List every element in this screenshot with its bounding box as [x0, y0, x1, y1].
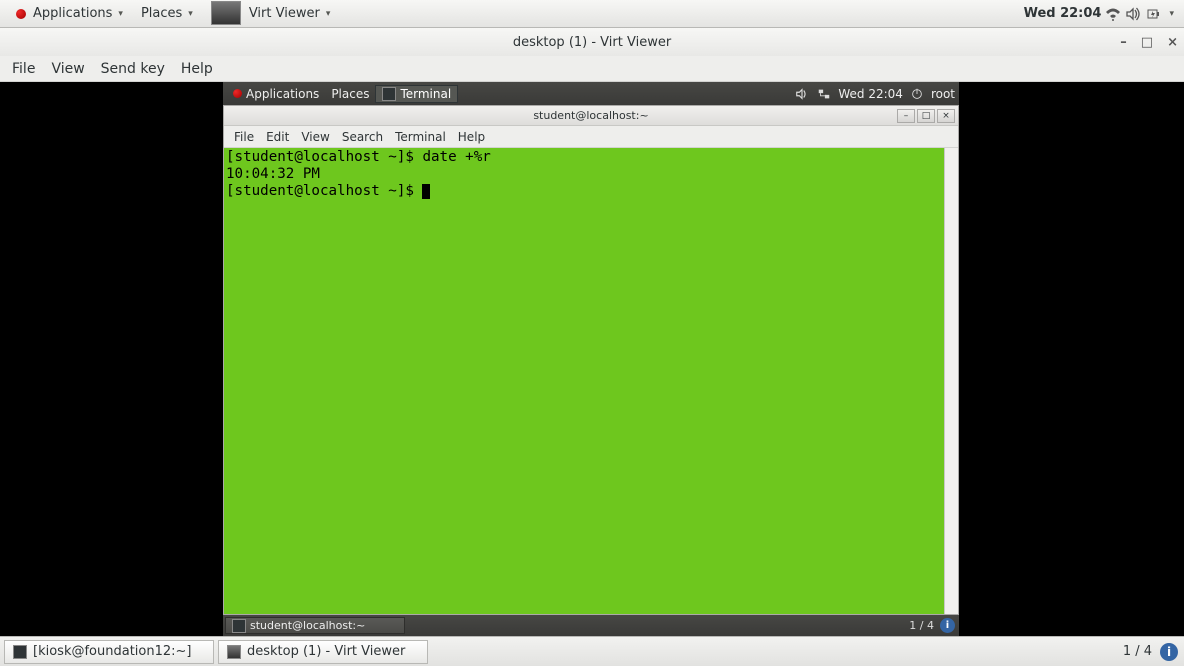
- terminal-body[interactable]: [student@localhost ~]$ date +%r 10:04:32…: [224, 148, 958, 614]
- fedora-icon: [233, 89, 242, 98]
- battery-icon[interactable]: [1145, 6, 1161, 22]
- menu-file[interactable]: File: [4, 58, 43, 80]
- terminal-menu-file[interactable]: File: [228, 128, 260, 146]
- terminal-title-text: student@localhost:~: [533, 109, 648, 122]
- terminal-close-button[interactable]: ×: [937, 109, 955, 123]
- virt-viewer-icon: [211, 1, 241, 25]
- command-text: date +%r: [422, 149, 490, 165]
- chevron-down-icon: ▾: [118, 9, 123, 19]
- guest-bottom-panel: student@localhost:~ 1 / 4 i: [223, 615, 959, 636]
- menu-label: Applications: [246, 87, 319, 101]
- virt-viewer-menubar: File View Send key Help: [0, 56, 1184, 82]
- minimize-button[interactable]: –: [1120, 35, 1127, 50]
- host-app-menu[interactable]: Virt Viewer ▾: [204, 0, 338, 29]
- terminal-icon: [232, 619, 246, 633]
- chevron-down-icon[interactable]: ▾: [1169, 9, 1174, 19]
- host-taskbar-item-virtviewer[interactable]: desktop (1) - Virt Viewer: [218, 640, 428, 664]
- menu-help[interactable]: Help: [173, 58, 221, 80]
- terminal-menubar: File Edit View Search Terminal Help: [224, 126, 958, 148]
- volume-icon[interactable]: [1125, 6, 1141, 22]
- task-label: student@localhost:~: [250, 619, 365, 632]
- task-label: [kiosk@foundation12:~]: [33, 644, 191, 659]
- chevron-down-icon: ▾: [188, 9, 193, 19]
- host-taskbar-item-terminal[interactable]: [kiosk@foundation12:~]: [4, 640, 214, 664]
- chevron-down-icon: ▾: [326, 9, 331, 19]
- prompt: [student@localhost ~]$: [226, 183, 422, 199]
- close-button[interactable]: ×: [1167, 35, 1178, 50]
- terminal-minimize-button[interactable]: –: [897, 109, 915, 123]
- menu-label: Places: [331, 87, 369, 101]
- terminal-menu-view[interactable]: View: [295, 128, 335, 146]
- host-bottom-panel: [kiosk@foundation12:~] desktop (1) - Vir…: [0, 636, 1184, 666]
- menu-sendkey[interactable]: Send key: [93, 58, 173, 80]
- wifi-icon[interactable]: [1105, 6, 1121, 22]
- terminal-titlebar[interactable]: student@localhost:~ – □ ×: [224, 106, 958, 126]
- terminal-menu-search[interactable]: Search: [336, 128, 389, 146]
- host-workspace-indicator[interactable]: 1 / 4: [1123, 644, 1152, 659]
- guest-user-label[interactable]: root: [931, 87, 955, 101]
- output-line: 10:04:32 PM: [226, 166, 320, 182]
- guest-workspace-indicator[interactable]: 1 / 4: [909, 619, 934, 632]
- host-top-panel: Applications ▾ Places ▾ Virt Viewer ▾ We…: [0, 0, 1184, 28]
- guest-clock[interactable]: Wed 22:04: [838, 87, 903, 101]
- vm-display[interactable]: Applications Places Terminal Wed 22:04: [0, 82, 1184, 636]
- info-icon[interactable]: i: [940, 618, 955, 633]
- task-label: desktop (1) - Virt Viewer: [247, 644, 405, 659]
- guest-desktop: Applications Places Terminal Wed 22:04: [223, 82, 959, 636]
- prompt: [student@localhost ~]$: [226, 149, 422, 165]
- host-applications-menu[interactable]: Applications ▾: [6, 3, 130, 25]
- terminal-menu-terminal[interactable]: Terminal: [389, 128, 452, 146]
- cursor: [422, 184, 430, 199]
- virt-viewer-icon: [227, 645, 241, 659]
- fedora-icon: [13, 6, 29, 22]
- terminal-menu-help[interactable]: Help: [452, 128, 491, 146]
- window-title: desktop (1) - Virt Viewer: [513, 35, 671, 50]
- menu-label: Virt Viewer: [249, 6, 320, 21]
- terminal-icon: [13, 645, 27, 659]
- host-clock[interactable]: Wed 22:04: [1024, 6, 1102, 21]
- guest-places-menu[interactable]: Places: [325, 85, 375, 103]
- network-icon[interactable]: [816, 86, 832, 102]
- menu-view[interactable]: View: [43, 58, 92, 80]
- guest-top-panel: Applications Places Terminal Wed 22:04: [223, 82, 959, 105]
- power-icon[interactable]: [909, 86, 925, 102]
- terminal-scrollbar[interactable]: [944, 148, 958, 614]
- guest-app-menu[interactable]: Terminal: [375, 85, 458, 103]
- guest-applications-menu[interactable]: Applications: [227, 85, 325, 103]
- volume-icon[interactable]: [794, 86, 810, 102]
- virt-viewer-titlebar[interactable]: desktop (1) - Virt Viewer – □ ×: [0, 28, 1184, 56]
- terminal-menu-edit[interactable]: Edit: [260, 128, 295, 146]
- menu-label: Terminal: [400, 87, 451, 101]
- terminal-window: student@localhost:~ – □ × File Edit View…: [223, 105, 959, 615]
- terminal-icon: [382, 87, 396, 101]
- menu-label: Places: [141, 6, 182, 21]
- maximize-button[interactable]: □: [1141, 35, 1153, 50]
- terminal-maximize-button[interactable]: □: [917, 109, 935, 123]
- info-icon[interactable]: i: [1160, 643, 1178, 661]
- menu-label: Applications: [33, 6, 112, 21]
- host-places-menu[interactable]: Places ▾: [134, 3, 200, 24]
- guest-taskbar-item-terminal[interactable]: student@localhost:~: [225, 617, 405, 634]
